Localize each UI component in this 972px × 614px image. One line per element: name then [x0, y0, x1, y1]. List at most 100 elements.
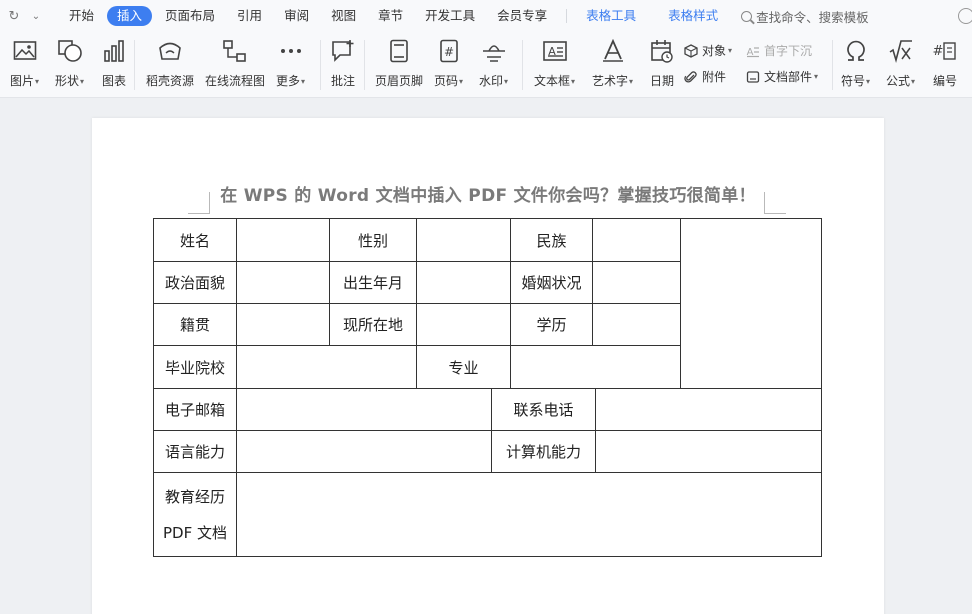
tab-insert[interactable]: 插入: [107, 6, 153, 26]
page-number-button[interactable]: # 页码▾: [434, 38, 463, 89]
label-education-level: 学历: [536, 316, 567, 334]
label-education-history-cell: 教育经历 PDF 文档: [154, 473, 236, 556]
field-major[interactable]: [511, 346, 680, 388]
tab-member[interactable]: 会员专享: [486, 6, 558, 26]
shape-icon: [57, 38, 83, 64]
field-email[interactable]: [237, 389, 491, 430]
doc-parts-button[interactable]: 文档部件 ▾: [746, 68, 818, 85]
watermark-icon: [481, 38, 507, 64]
watermark-button[interactable]: 水印▾: [479, 38, 508, 89]
field-computer[interactable]: [596, 431, 821, 472]
field-current-residence[interactable]: [417, 304, 510, 345]
doc-parts-icon: [746, 70, 760, 84]
calendar-icon: [649, 38, 675, 64]
picture-button[interactable]: 图片▾: [10, 38, 39, 89]
document-page[interactable]: 在 WPS 的 Word 文档中插入 PDF 文件你会吗？掌握技巧很简单！ 姓名…: [92, 118, 884, 614]
field-language[interactable]: [237, 431, 491, 472]
symbol-label: 符号: [841, 74, 866, 88]
more-dots-icon: [278, 38, 304, 64]
label-current-residence: 现所在地: [342, 316, 403, 334]
tab-table-style[interactable]: 表格样式: [657, 6, 729, 26]
more-label: 更多: [276, 74, 301, 88]
ribbon-divider: [134, 40, 135, 90]
header-footer-button[interactable]: 页眉页脚: [375, 38, 423, 89]
field-education-level[interactable]: [593, 304, 680, 345]
search-icon: [741, 10, 753, 22]
label-gender: 性别: [357, 231, 388, 250]
flowchart-icon: [222, 38, 248, 64]
page-number-label: 页码: [434, 74, 459, 88]
tab-chapter[interactable]: 章节: [367, 6, 414, 26]
svg-text:#: #: [933, 44, 944, 59]
field-education-history[interactable]: [237, 473, 821, 556]
field-gender[interactable]: [417, 219, 510, 261]
document-title[interactable]: 在 WPS 的 Word 文档中插入 PDF 文件你会吗？掌握技巧很简单！: [92, 181, 884, 206]
header-footer-label: 页眉页脚: [375, 74, 424, 88]
label-name: 姓名: [179, 231, 210, 250]
docer-resources-button[interactable]: 稻壳资源: [146, 38, 194, 89]
tab-developer[interactable]: 开发工具: [414, 6, 486, 26]
chart-button[interactable]: 图表: [101, 38, 127, 89]
label-birth-date: 出生年月: [342, 274, 403, 292]
label-email: 电子邮箱: [164, 401, 225, 419]
field-ethnicity[interactable]: [593, 219, 680, 261]
cloud-sync-icon[interactable]: [958, 8, 972, 24]
picture-icon: [12, 38, 38, 64]
comment-label: 批注: [330, 74, 355, 88]
textbox-button[interactable]: A 文本框▾: [534, 38, 575, 89]
object-button[interactable]: 对象 ▾: [684, 42, 732, 59]
wordart-label: 艺术字: [592, 74, 629, 88]
photo-cell[interactable]: [681, 219, 821, 388]
online-flowchart-button[interactable]: 在线流程图: [205, 38, 265, 89]
ribbon-divider: [522, 40, 523, 90]
field-birth-date[interactable]: [417, 262, 510, 303]
attachment-button[interactable]: 附件: [684, 68, 726, 85]
label-phone: 联系电话: [513, 401, 574, 419]
more-button[interactable]: 更多▾: [276, 38, 305, 89]
field-phone[interactable]: [596, 389, 821, 430]
label-marital-status: 婚姻状况: [521, 274, 582, 292]
symbol-button[interactable]: 符号▾: [841, 38, 870, 89]
tab-divider: [566, 9, 568, 23]
chart-label: 图表: [101, 74, 126, 88]
drop-cap-icon: A: [746, 44, 760, 58]
search-placeholder: 查找命令、搜索模板: [756, 9, 869, 25]
command-search[interactable]: 查找命令、搜索模板: [729, 7, 869, 26]
wordart-icon: [600, 38, 626, 64]
field-marital-status[interactable]: [593, 262, 680, 303]
docer-resources-label: 稻壳资源: [146, 74, 195, 88]
object-label: 对象: [702, 44, 727, 58]
chevron-down-icon[interactable]: ⌄: [28, 11, 44, 22]
formula-icon: [888, 38, 914, 64]
field-native-place[interactable]: [237, 304, 329, 345]
resume-form-table[interactable]: 姓名 性别 民族 政治面貌 出生年月 婚姻状况 籍贯 现所在地 学历 毕业院校 …: [153, 218, 822, 557]
object-icon: [684, 43, 698, 58]
redo-icon[interactable]: ↻: [6, 9, 22, 24]
watermark-label: 水印: [479, 74, 504, 88]
tab-home[interactable]: 开始: [58, 6, 105, 26]
numbering-button[interactable]: # 编号: [932, 38, 958, 89]
field-political-status[interactable]: [237, 262, 329, 303]
date-button[interactable]: 日期: [649, 38, 675, 89]
wordart-button[interactable]: 艺术字▾: [592, 38, 633, 89]
date-label: 日期: [649, 74, 674, 88]
tab-view[interactable]: 视图: [320, 6, 367, 26]
field-school[interactable]: [237, 346, 416, 388]
picture-label: 图片: [10, 74, 35, 88]
field-name[interactable]: [237, 219, 329, 261]
textbox-label: 文本框: [534, 74, 571, 88]
paperclip-icon: [684, 70, 698, 84]
formula-button[interactable]: 公式▾: [886, 38, 915, 89]
tab-reference[interactable]: 引用: [226, 6, 273, 26]
menu-tab-bar: ↻ ⌄ 开始 插入 页面布局 引用 审阅 视图 章节 开发工具 会员专享 表格工…: [0, 0, 972, 32]
drop-cap-button[interactable]: A 首字下沉: [746, 42, 812, 59]
page-number-icon: #: [436, 38, 462, 64]
tab-page-layout[interactable]: 页面布局: [154, 6, 226, 26]
comment-button[interactable]: 批注: [330, 38, 356, 89]
svg-text:#: #: [443, 45, 453, 59]
online-flowchart-label: 在线流程图: [205, 74, 266, 88]
shape-button[interactable]: 形状▾: [55, 38, 84, 89]
header-footer-icon: [386, 38, 412, 64]
tab-table-tools[interactable]: 表格工具: [575, 6, 647, 26]
tab-review[interactable]: 审阅: [273, 6, 320, 26]
